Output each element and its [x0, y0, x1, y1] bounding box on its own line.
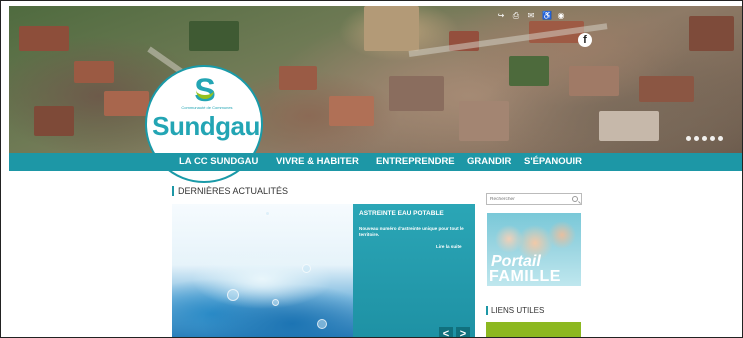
search-input[interactable] [490, 195, 570, 204]
eye-icon[interactable]: ◉ [557, 12, 565, 20]
rooftop [329, 96, 374, 126]
next-arrow-button[interactable]: > [456, 327, 470, 337]
water-bubble [317, 319, 327, 329]
slider-dot[interactable] [702, 136, 707, 141]
nav-item-grandir[interactable]: GRANDIR [467, 153, 511, 171]
water-bubble [265, 211, 270, 216]
search-icon[interactable] [572, 196, 578, 202]
news-section-title: DERNIÈRES ACTUALITÉS [172, 186, 288, 196]
rooftop [34, 106, 74, 136]
facebook-icon[interactable]: f [578, 33, 592, 47]
useful-links-title: LIENS UTILES [486, 306, 544, 315]
mail-icon[interactable]: ✉ [527, 12, 535, 20]
water-bubble [227, 289, 239, 301]
prev-arrow-button[interactable]: < [439, 327, 453, 337]
rooftop [689, 16, 734, 51]
rooftop [459, 101, 509, 141]
page-frame: ↪ ⎙ ✉ ♿ ◉ f S Communauté de Communes Sun… [0, 0, 743, 338]
nav-item-entreprendre[interactable]: ENTREPRENDRE [376, 153, 455, 171]
logo-name: Sundgau [152, 111, 260, 141]
tree-area [509, 56, 549, 86]
slider-dot[interactable] [718, 136, 723, 141]
news-title[interactable]: ASTREINTE EAU POTABLE [359, 210, 444, 217]
church-roof [364, 6, 419, 51]
useful-links-block[interactable] [486, 322, 581, 337]
rooftop [569, 66, 619, 96]
slider-dot[interactable] [710, 136, 715, 141]
news-panel[interactable]: ASTREINTE EAU POTABLE Nouveau numéro d'a… [353, 204, 475, 337]
rooftop [19, 26, 69, 51]
main-nav: LA CC SUNDGAU VIVRE & HABITER ENTREPREND… [9, 153, 742, 171]
search-box [486, 193, 582, 205]
social-toolbar: ↪ ⎙ ✉ ♿ ◉ [497, 12, 565, 20]
nav-item-la-cc-sundgau[interactable]: LA CC SUNDGAU [179, 153, 258, 171]
famille-label: FAMILLE [489, 268, 561, 285]
rooftop [279, 66, 317, 90]
logo-tagline: Communauté de Communes [181, 105, 233, 110]
news-text: Nouveau numéro d'astreinte unique pour t… [359, 226, 464, 237]
rooftop [639, 76, 694, 102]
news-photo[interactable] [172, 204, 353, 337]
slider-dot[interactable] [694, 136, 699, 141]
rooftop [599, 111, 659, 141]
print-icon[interactable]: ⎙ [512, 12, 520, 20]
rooftop [74, 61, 114, 83]
water-bubble [302, 264, 311, 273]
slider-dots [686, 136, 723, 141]
share-icon[interactable]: ↪ [497, 12, 505, 20]
nav-item-vivre-habiter[interactable]: VIVRE & HABITER [276, 153, 359, 171]
rooftop [104, 91, 149, 116]
slider-arrows: < > [439, 327, 470, 337]
rooftop [389, 76, 444, 111]
hero-banner: ↪ ⎙ ✉ ♿ ◉ f [9, 6, 742, 154]
nav-item-sepanouir[interactable]: S'ÉPANOUIR [524, 153, 582, 171]
slider-dot[interactable] [686, 136, 691, 141]
water-bubble [272, 299, 279, 306]
accessibility-icon[interactable]: ♿ [542, 12, 552, 20]
tree-area [189, 21, 239, 51]
portail-famille-banner[interactable]: Portail FAMILLE [487, 213, 581, 286]
read-more-link[interactable]: Lire la suite [436, 244, 462, 249]
